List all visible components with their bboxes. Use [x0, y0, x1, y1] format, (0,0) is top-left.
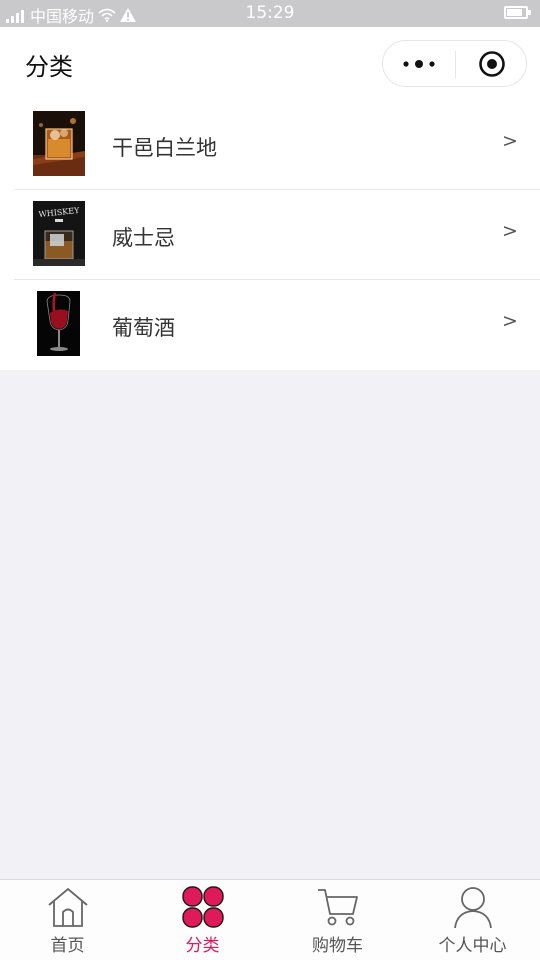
chevron-right-icon: > [502, 310, 518, 332]
whisky-thumbnail: WHISKEY [33, 201, 85, 266]
tab-label: 首页 [50, 936, 85, 956]
more-button[interactable] [383, 41, 455, 86]
cognac-thumbnail [33, 111, 85, 176]
page-title: 分类 [25, 53, 73, 81]
target-icon [479, 50, 505, 77]
home-icon [47, 888, 88, 927]
list-item-whisky[interactable]: WHISKEY 威士忌 > [0, 190, 540, 280]
category-label: 干邑白兰地 [112, 136, 217, 160]
tab-cart[interactable]: 购物车 [270, 880, 405, 960]
close-button[interactable] [456, 41, 528, 86]
cart-icon [317, 889, 358, 926]
chevron-right-icon: > [502, 130, 518, 152]
status-bar: 中国移动 15:29 [0, 0, 540, 27]
wine-thumbnail [37, 291, 80, 356]
tab-label: 个人中心 [438, 936, 507, 956]
more-dots-icon [403, 59, 435, 68]
tab-home[interactable]: 首页 [0, 880, 135, 960]
list-item-cognac[interactable]: 干邑白兰地 > [0, 100, 540, 190]
chevron-right-icon: > [502, 220, 518, 242]
nav-bar: 分类 [0, 27, 540, 100]
category-label: 威士忌 [112, 226, 175, 250]
tab-category[interactable]: 分类 [135, 880, 270, 960]
tab-bar: 首页 分类 购物车 个人中心 [0, 879, 540, 960]
battery-icon [504, 6, 531, 19]
list-item-wine[interactable]: 葡萄酒 > [0, 280, 540, 370]
status-time: 15:29 [245, 3, 295, 23]
tab-label: 购物车 [312, 936, 363, 956]
category-icon [181, 886, 224, 928]
tab-label: 分类 [185, 936, 220, 956]
tab-profile[interactable]: 个人中心 [405, 880, 540, 960]
category-list: 干邑白兰地 > WHISKEY 威士忌 > 葡萄酒 > [0, 100, 540, 370]
category-label: 葡萄酒 [112, 316, 175, 340]
user-icon [453, 887, 492, 928]
menu-capsule [382, 40, 527, 87]
